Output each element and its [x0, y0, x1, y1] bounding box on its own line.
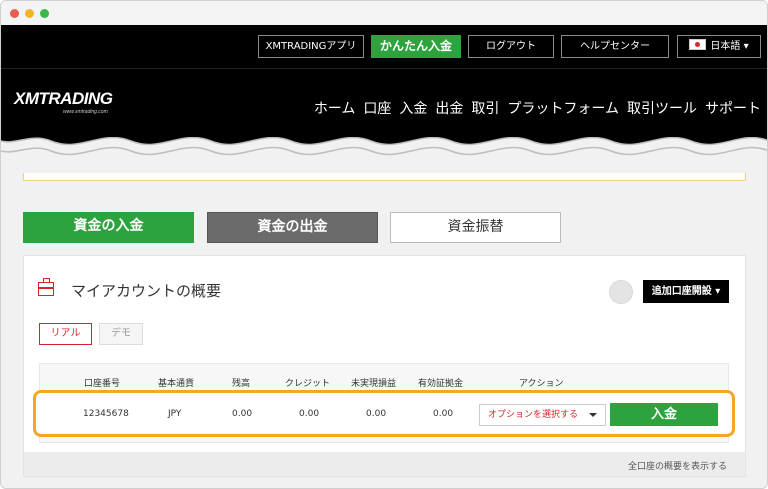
show-all-accounts-link[interactable]: 全口座の概要を表示する	[628, 459, 727, 472]
nav-trading-tools[interactable]: 取引ツール	[627, 98, 697, 118]
col-balance: 残高	[232, 379, 251, 389]
nav-deposit[interactable]: 入金	[399, 98, 427, 118]
col-credit: クレジット	[285, 379, 331, 389]
row-highlight	[33, 390, 735, 437]
tab-real[interactable]: リアル	[39, 323, 92, 345]
tab-demo[interactable]: デモ	[99, 323, 143, 345]
logout-button[interactable]: ログアウト	[468, 35, 554, 58]
notice-banner	[23, 173, 746, 181]
tab-deposit[interactable]: 資金の入金	[23, 212, 194, 243]
col-unrealized-pl: 未実現損益	[351, 379, 397, 389]
quick-deposit-button[interactable]: かんたん入金	[371, 35, 461, 58]
nav-support[interactable]: サポート	[705, 98, 761, 118]
nav-withdraw[interactable]: 出金	[435, 98, 463, 118]
logo-url: www.xmtrading.com	[63, 109, 108, 115]
tab-transfer[interactable]: 資金振替	[390, 212, 561, 243]
briefcase-icon	[38, 278, 54, 296]
add-account-button[interactable]: 追加口座開設 ▾	[643, 280, 729, 303]
close-window-icon[interactable]	[10, 9, 19, 18]
nav-account[interactable]: 口座	[363, 98, 391, 118]
language-select[interactable]: 日本語 ▾	[677, 35, 761, 58]
tab-withdraw[interactable]: 資金の出金	[207, 212, 378, 243]
nav-platform[interactable]: プラットフォーム	[507, 98, 619, 118]
site-header: XMTRADINGアプリ かんたん入金 ログアウト ヘルプセンター 日本語 ▾ …	[1, 25, 767, 139]
panel-title: マイアカウントの概要	[71, 282, 222, 300]
col-action: アクション	[519, 379, 564, 389]
col-account-number: 口座番号	[84, 379, 121, 389]
header-divider	[1, 68, 767, 69]
col-base-currency: 基本通貨	[158, 379, 195, 389]
browser-window: XMTRADINGアプリ かんたん入金 ログアウト ヘルプセンター 日本語 ▾ …	[0, 0, 768, 489]
language-label: 日本語 ▾	[710, 41, 749, 52]
col-equity: 有効証拠金	[418, 379, 464, 389]
app-button[interactable]: XMTRADINGアプリ	[258, 35, 364, 58]
minimize-window-icon[interactable]	[25, 9, 34, 18]
japan-flag-icon	[689, 39, 707, 50]
xmtrading-logo[interactable]: XMTRADING	[14, 89, 113, 109]
nav-trade[interactable]: 取引	[471, 98, 499, 118]
maximize-window-icon[interactable]	[40, 9, 49, 18]
help-center-button[interactable]: ヘルプセンター	[561, 35, 669, 58]
title-bar	[1, 1, 767, 25]
refresh-circle-icon[interactable]	[609, 280, 633, 304]
nav-home[interactable]: ホーム	[314, 98, 356, 118]
main-nav: ホーム 口座 入金 出金 取引 プラットフォーム 取引ツール サポート	[314, 98, 761, 118]
